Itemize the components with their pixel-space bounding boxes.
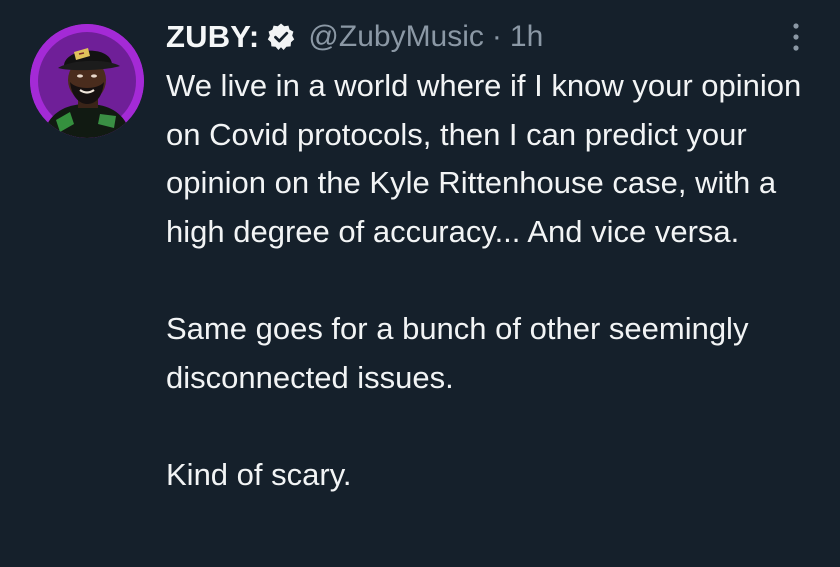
tweet-text: We live in a world where if I know your … — [166, 62, 826, 499]
timestamp[interactable]: 1h — [510, 20, 543, 54]
display-name[interactable]: ZUBY: — [166, 19, 259, 55]
tweet-paragraph: Kind of scary. — [166, 456, 352, 492]
tweet[interactable]: ZUBY: @ZubyMusic · 1h We live in a world… — [0, 0, 840, 567]
avatar[interactable] — [30, 24, 144, 138]
separator-dot: · — [491, 20, 502, 53]
profile-photo — [30, 24, 144, 138]
verified-badge-icon — [266, 22, 296, 52]
tweet-paragraph: Same goes for a bunch of other seemingly… — [166, 310, 749, 395]
user-handle[interactable]: @ZubyMusic — [308, 20, 484, 54]
tweet-header: ZUBY: @ZubyMusic · 1h — [166, 14, 543, 60]
more-vertical-icon[interactable] — [784, 18, 808, 56]
tweet-paragraph: We live in a world where if I know your … — [166, 68, 802, 249]
